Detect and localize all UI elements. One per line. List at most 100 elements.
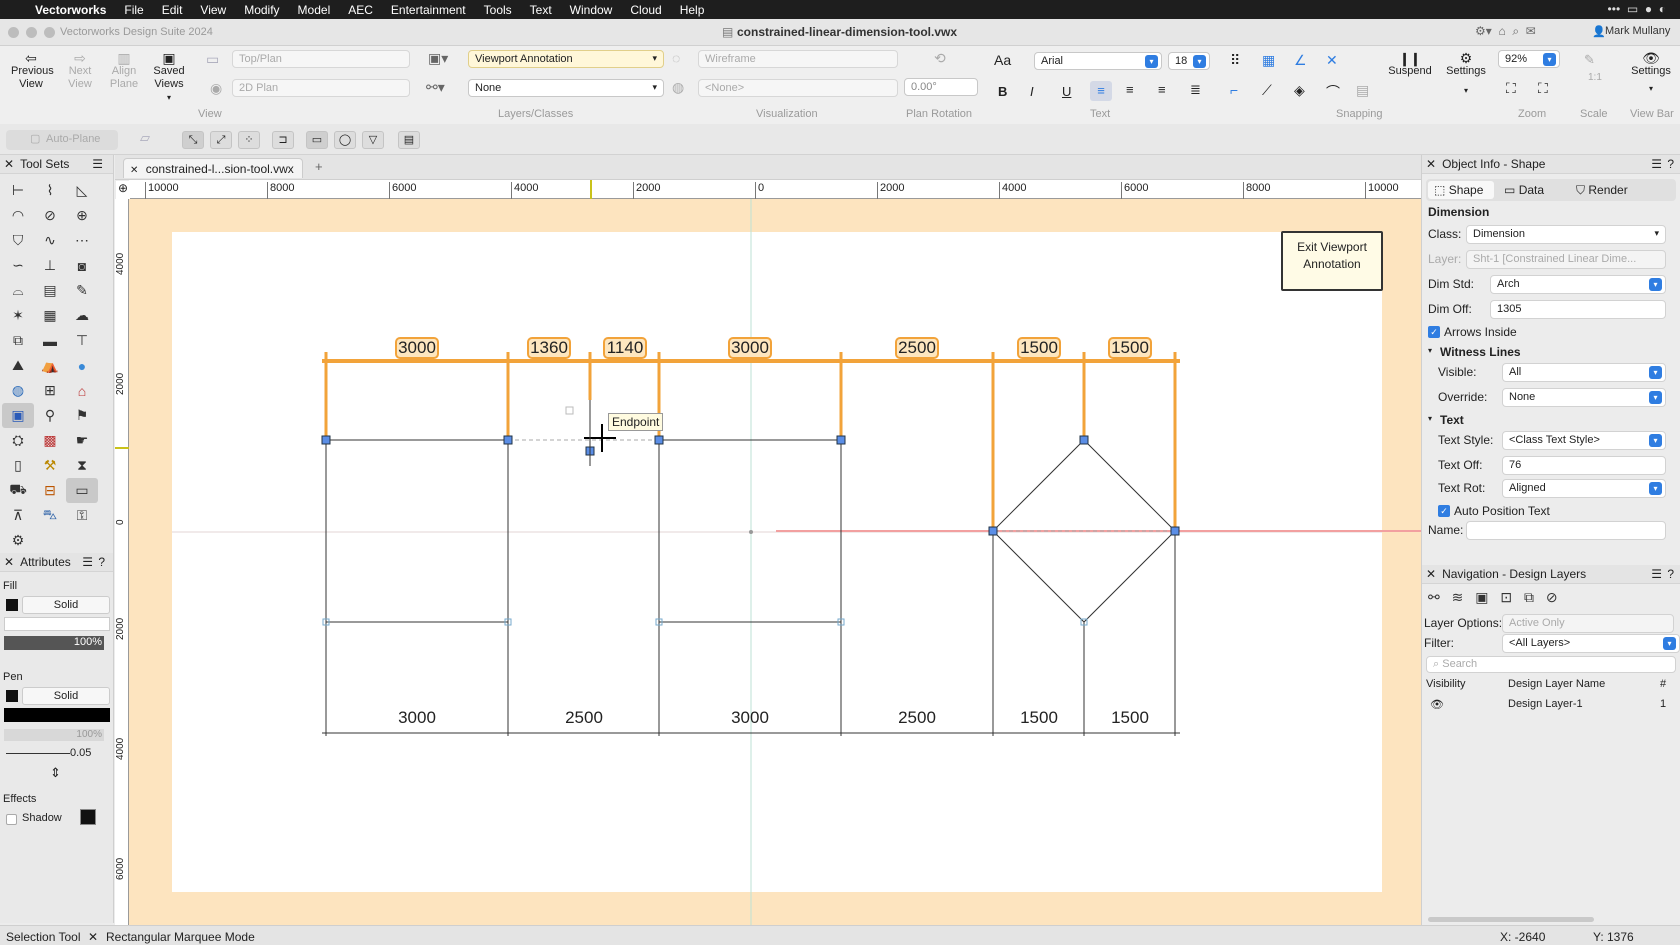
bottom-dimension-label[interactable]: 1500: [1100, 708, 1160, 728]
dim-off-field[interactable]: 1305: [1490, 300, 1666, 319]
menu-entertainment[interactable]: Entertainment: [382, 3, 475, 17]
layer-row[interactable]: 👁 Design Layer-1 1: [1422, 695, 1680, 715]
spline-tool-icon[interactable]: ∿: [34, 228, 66, 253]
close-icon[interactable]: ✕: [130, 165, 138, 176]
truss-tool-icon[interactable]: ⚑: [66, 403, 98, 428]
sheet-page[interactable]: [172, 232, 1382, 892]
saved-views-button[interactable]: ▣ Saved Views ▾: [146, 51, 192, 104]
eye-icon[interactable]: 👁: [1430, 698, 1444, 711]
target-tool-icon[interactable]: ⊕: [66, 203, 98, 228]
snap-point-icon[interactable]: ◈: [1294, 82, 1305, 99]
pipe-tool-icon[interactable]: ⚒: [34, 453, 66, 478]
class-select[interactable]: None ▾: [468, 79, 664, 97]
next-view-button[interactable]: ⇨ Next View: [58, 51, 102, 91]
class-icon[interactable]: ⚯▾: [426, 79, 445, 96]
equipment-tool-icon[interactable]: ⛟: [2, 478, 34, 503]
view-select[interactable]: Top/Plan: [232, 50, 410, 68]
water-tool-icon[interactable]: ●: [66, 353, 98, 378]
close-icon[interactable]: ✕: [4, 157, 14, 171]
name-field[interactable]: [1466, 521, 1666, 540]
bottom-dimension-label[interactable]: 3000: [387, 708, 447, 728]
font-aa-icon[interactable]: Aa: [994, 52, 1011, 68]
close-icon[interactable]: ✕: [1426, 157, 1436, 171]
cloud-tool-icon[interactable]: ☁: [66, 303, 98, 328]
linear-dimension-tool-icon[interactable]: ▭: [66, 478, 98, 503]
class-select[interactable]: Dimension ▾: [1466, 225, 1666, 244]
marquee-lasso-mode[interactable]: ◯: [334, 131, 356, 149]
help-icon[interactable]: ?: [1667, 157, 1674, 171]
menu-tools[interactable]: Tools: [475, 3, 521, 17]
text-off-field[interactable]: 76: [1502, 456, 1666, 475]
fill-style-select[interactable]: Solid: [22, 596, 110, 614]
selection-mode-transform[interactable]: ⤡: [182, 131, 204, 149]
nav-classes-icon[interactable]: ⚯: [1428, 589, 1440, 605]
top-dimension-label[interactable]: 1140: [603, 337, 647, 359]
snap-object-icon[interactable]: ▦: [1262, 52, 1275, 69]
exit-viewport-annotation-button[interactable]: Exit Viewport Annotation: [1281, 231, 1383, 291]
menu-model[interactable]: Model: [289, 3, 340, 17]
vehicle-tool-icon[interactable]: ⛍: [34, 503, 66, 528]
scale-icon[interactable]: ✎: [1584, 52, 1595, 68]
menu-icon[interactable]: ☰: [82, 555, 93, 569]
suspend-button[interactable]: ❙❙ Suspend: [1384, 52, 1436, 78]
bottom-dimension-label[interactable]: 2500: [887, 708, 947, 728]
add-tab-icon[interactable]: +: [315, 159, 323, 174]
layer-select[interactable]: Sht-1 [Constrained Linear Dime...: [1466, 250, 1666, 269]
nav-sheets-icon[interactable]: ▣: [1475, 589, 1488, 605]
auto-position-checkbox[interactable]: ✓: [1438, 505, 1450, 517]
render-select[interactable]: 2D Plan: [232, 79, 410, 97]
status-close-icon[interactable]: ✕: [88, 930, 98, 944]
snap-tangent-icon[interactable]: ⟋: [1262, 82, 1272, 99]
tab-render[interactable]: ⛉ Render: [1572, 181, 1652, 199]
selection-mode-resize[interactable]: ⤢: [210, 131, 232, 149]
table-tool-icon[interactable]: ⊼: [2, 503, 34, 528]
key-tool-icon[interactable]: ⚿: [66, 503, 98, 528]
site-tool-icon[interactable]: ⛰: [2, 353, 34, 378]
menu-help[interactable]: Help: [671, 3, 714, 17]
oval-tool-icon[interactable]: ⊘: [34, 203, 66, 228]
snap-edge-icon[interactable]: ⌒: [1326, 82, 1340, 102]
user-icon[interactable]: 👤: [1592, 25, 1606, 38]
screen-tool-icon[interactable]: ▣: [2, 403, 34, 428]
nav-layers-icon[interactable]: ≋: [1452, 589, 1464, 605]
search-input[interactable]: ⌕ Search: [1426, 656, 1676, 673]
mirror-tool-icon[interactable]: ⧉: [2, 328, 34, 353]
hourglass-tool-icon[interactable]: ⧗: [66, 453, 98, 478]
user-name[interactable]: Mark Mullany: [1605, 25, 1670, 37]
menu-window[interactable]: Window: [561, 3, 622, 17]
light-select[interactable]: <None>: [698, 79, 898, 97]
italic-icon[interactable]: I: [1030, 84, 1034, 99]
selection-settings-mode[interactable]: ▤: [398, 131, 420, 149]
arrowhead-icon[interactable]: ⇕: [50, 765, 61, 781]
menu-file[interactable]: File: [115, 3, 152, 17]
help-icon[interactable]: ?: [98, 555, 105, 569]
menu-modify[interactable]: Modify: [235, 3, 288, 17]
layer-select[interactable]: Viewport Annotation ▾: [468, 50, 664, 68]
auto-plane-toggle[interactable]: ▢ Auto-Plane: [6, 130, 118, 150]
col-number[interactable]: #: [1660, 678, 1666, 690]
pen-opacity-bar[interactable]: 100%: [4, 729, 104, 741]
help-icon[interactable]: ?: [1667, 567, 1674, 581]
selection-mode-multi[interactable]: ⁘: [238, 131, 260, 149]
building-tool-icon[interactable]: ⌂: [66, 378, 98, 403]
arc-tool-icon[interactable]: ◠: [2, 203, 34, 228]
col-visibility[interactable]: Visibility: [1426, 678, 1466, 690]
doc-tab[interactable]: ✕ constrained-l...sion-tool.vwx: [123, 158, 303, 178]
snap-intersection-icon[interactable]: ✕: [1326, 52, 1338, 69]
dimension-tool-icon[interactable]: ⊢: [2, 178, 34, 203]
pen-style-select[interactable]: Solid: [22, 687, 110, 705]
menu-icon[interactable]: ☰: [1651, 567, 1662, 581]
bottom-dimension-label[interactable]: 1500: [1009, 708, 1069, 728]
zoom-select[interactable]: 92% ▾: [1498, 50, 1560, 68]
fit-to-page-icon[interactable]: ⛶: [1506, 80, 1516, 97]
landscape-tool-icon[interactable]: ⛺: [34, 353, 66, 378]
override-select[interactable]: None ▾: [1502, 388, 1666, 407]
horizontal-scrollbar[interactable]: [1428, 917, 1594, 922]
camera-tool-icon[interactable]: ◙: [66, 253, 98, 278]
align-left-icon[interactable]: ≡: [1090, 81, 1112, 101]
menu-view[interactable]: View: [191, 3, 235, 17]
plan-rotation-icon[interactable]: ⟲: [934, 50, 946, 67]
selection-mode-group[interactable]: ⊐: [272, 131, 294, 149]
menu-icon[interactable]: ☰: [1651, 157, 1662, 171]
locus-tool-icon[interactable]: ⊥: [34, 253, 66, 278]
